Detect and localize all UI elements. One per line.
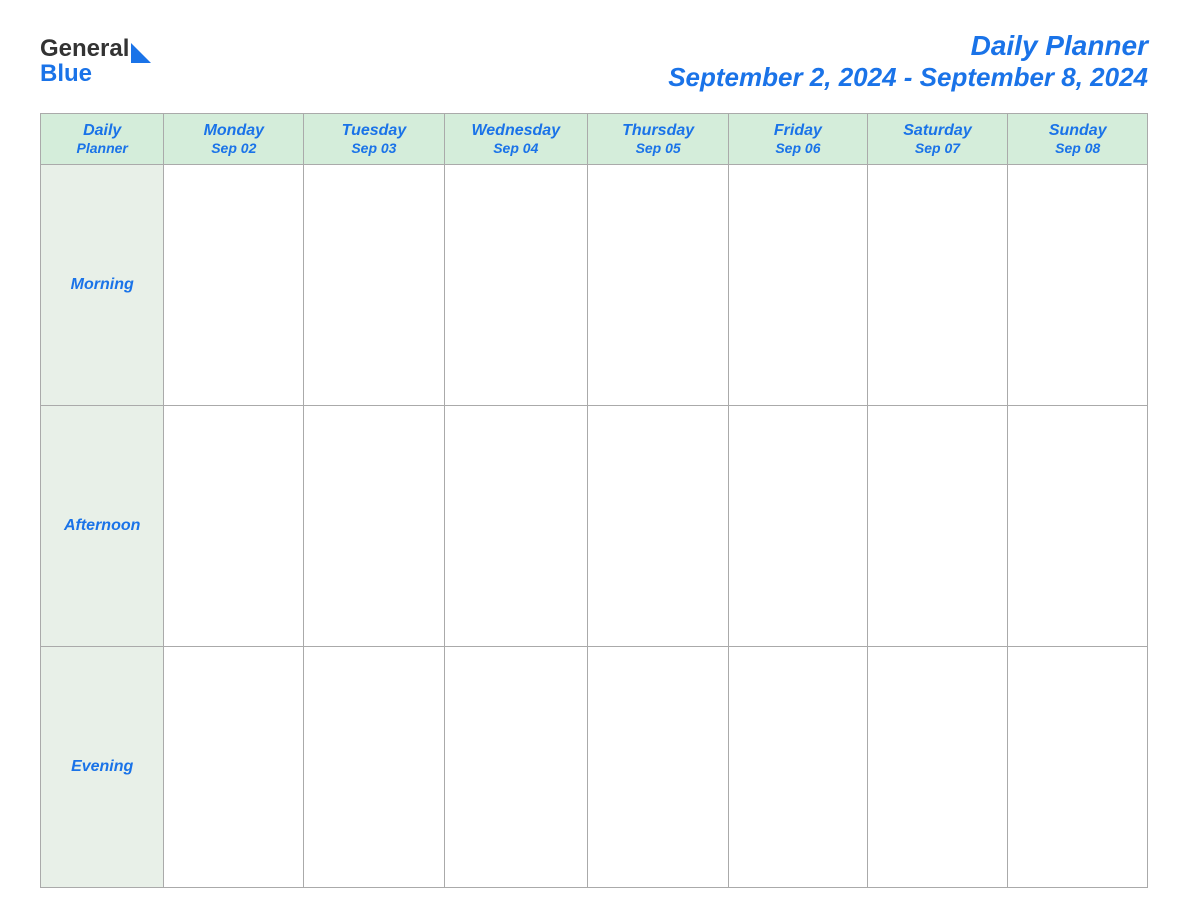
- header: General Blue Daily Planner September 2, …: [40, 30, 1148, 93]
- evening-friday[interactable]: [729, 647, 867, 888]
- evening-tuesday[interactable]: [304, 647, 444, 888]
- evening-monday[interactable]: [164, 647, 304, 888]
- morning-monday[interactable]: [164, 165, 304, 406]
- logo: General Blue: [40, 35, 151, 89]
- afternoon-row: Afternoon: [41, 406, 1148, 647]
- morning-wednesday[interactable]: [444, 165, 587, 406]
- planner-subtitle: September 2, 2024 - September 8, 2024: [668, 62, 1148, 93]
- header-saturday: Saturday Sep 07: [867, 114, 1008, 165]
- page: General Blue Daily Planner September 2, …: [0, 0, 1188, 918]
- afternoon-saturday[interactable]: [867, 406, 1008, 647]
- morning-tuesday[interactable]: [304, 165, 444, 406]
- morning-sunday[interactable]: [1008, 165, 1148, 406]
- afternoon-thursday[interactable]: [587, 406, 728, 647]
- evening-sunday[interactable]: [1008, 647, 1148, 888]
- morning-row: Morning: [41, 165, 1148, 406]
- title-block: Daily Planner September 2, 2024 - Septem…: [668, 30, 1148, 93]
- planner-title: Daily Planner: [668, 30, 1148, 62]
- header-wednesday: Wednesday Sep 04: [444, 114, 587, 165]
- header-sunday: Sunday Sep 08: [1008, 114, 1148, 165]
- evening-wednesday[interactable]: [444, 647, 587, 888]
- morning-label: Morning: [41, 165, 164, 406]
- afternoon-friday[interactable]: [729, 406, 867, 647]
- table-header-row: Daily Planner Monday Sep 02 Tuesday Sep …: [41, 114, 1148, 165]
- evening-label: Evening: [41, 647, 164, 888]
- afternoon-wednesday[interactable]: [444, 406, 587, 647]
- header-thursday: Thursday Sep 05: [587, 114, 728, 165]
- header-monday: Monday Sep 02: [164, 114, 304, 165]
- header-friday: Friday Sep 06: [729, 114, 867, 165]
- logo-text: General Blue: [40, 35, 151, 89]
- afternoon-label: Afternoon: [41, 406, 164, 647]
- morning-saturday[interactable]: [867, 165, 1008, 406]
- morning-thursday[interactable]: [587, 165, 728, 406]
- label-header: Daily Planner: [41, 114, 164, 165]
- header-tuesday: Tuesday Sep 03: [304, 114, 444, 165]
- afternoon-sunday[interactable]: [1008, 406, 1148, 647]
- evening-saturday[interactable]: [867, 647, 1008, 888]
- morning-friday[interactable]: [729, 165, 867, 406]
- afternoon-monday[interactable]: [164, 406, 304, 647]
- evening-thursday[interactable]: [587, 647, 728, 888]
- logo-blue: Blue: [40, 60, 151, 89]
- evening-row: Evening: [41, 647, 1148, 888]
- afternoon-tuesday[interactable]: [304, 406, 444, 647]
- planner-table: Daily Planner Monday Sep 02 Tuesday Sep …: [40, 113, 1148, 888]
